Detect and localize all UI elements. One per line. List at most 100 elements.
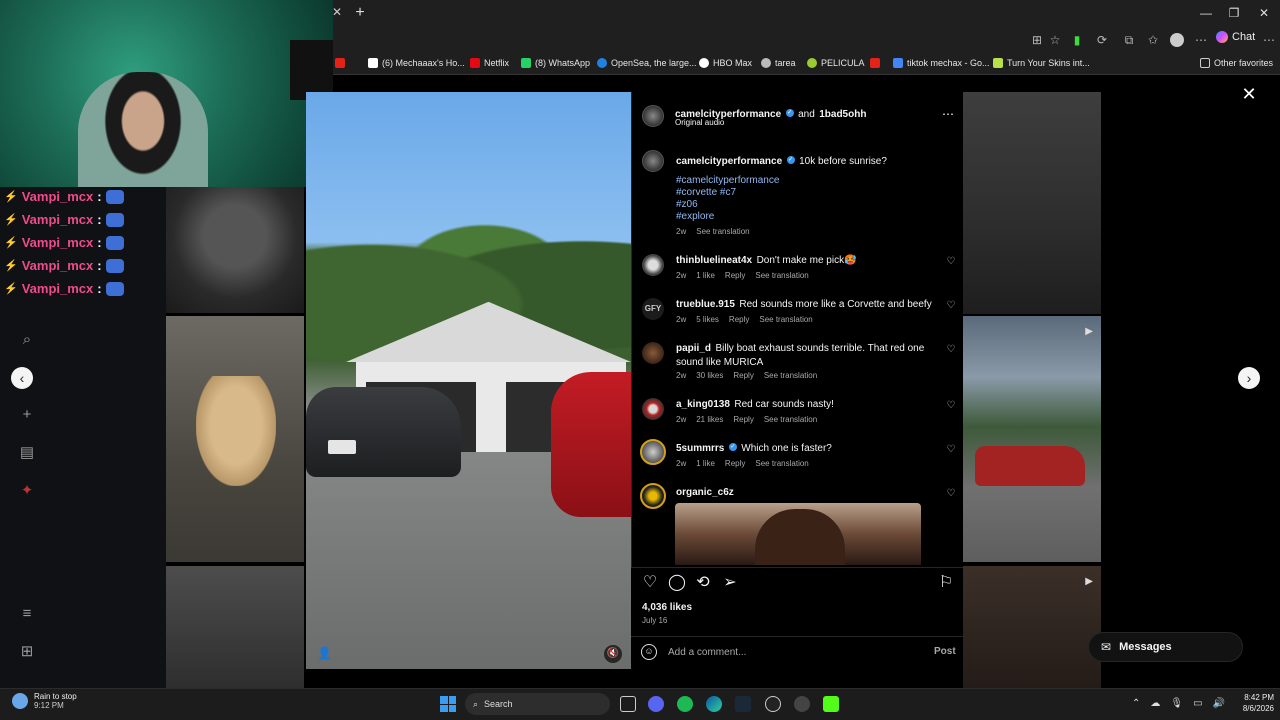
post-video[interactable] bbox=[306, 92, 631, 669]
comment-avatar[interactable] bbox=[642, 254, 664, 276]
minimize-icon[interactable]: — bbox=[1196, 5, 1216, 21]
caption-avatar[interactable] bbox=[642, 150, 664, 172]
messages-button[interactable]: ✉ Messages bbox=[1088, 632, 1243, 662]
comment-username[interactable]: 5summrrs bbox=[676, 443, 724, 454]
comment-avatar[interactable] bbox=[642, 398, 664, 420]
author-avatar[interactable] bbox=[642, 105, 664, 127]
network-icon[interactable]: ☁ bbox=[1150, 698, 1160, 709]
emoji-icon[interactable]: ☺ bbox=[641, 644, 657, 660]
repost-icon[interactable]: ⟲ bbox=[694, 574, 712, 592]
more-icon[interactable]: ⋯ bbox=[1262, 33, 1276, 47]
microphone-icon[interactable]: 🎙 bbox=[1170, 698, 1183, 709]
grid-thumbnail[interactable] bbox=[963, 92, 1101, 314]
user-tag-icon[interactable]: 👤 bbox=[317, 646, 332, 660]
menu-icon[interactable]: ≡ bbox=[18, 605, 36, 623]
comment-avatar[interactable] bbox=[640, 483, 666, 509]
bookmark-whatsapp[interactable]: (8) WhatsApp bbox=[521, 58, 590, 68]
comment-username[interactable]: organic_c6z bbox=[676, 487, 734, 498]
bookmark-pelicula[interactable]: PELICULA bbox=[807, 58, 865, 68]
more-options-icon[interactable]: ⋯ bbox=[1194, 33, 1208, 47]
see-translation-link[interactable]: See translation bbox=[696, 227, 749, 236]
window-close-icon[interactable]: ✕ bbox=[1254, 5, 1274, 21]
see-translation-link[interactable]: See translation bbox=[755, 459, 808, 468]
comment-username[interactable]: papii_d bbox=[676, 343, 711, 354]
volume-icon[interactable]: 🔊 bbox=[1213, 698, 1225, 709]
share-icon[interactable]: ➢ bbox=[721, 574, 739, 592]
grid-thumbnail[interactable] bbox=[166, 316, 304, 562]
other-favorites[interactable]: Other favorites bbox=[1200, 58, 1273, 68]
comment-username[interactable]: trueblue.915 bbox=[676, 299, 735, 310]
obs-icon[interactable] bbox=[765, 696, 781, 712]
display-icon[interactable]: ▭ bbox=[1193, 698, 1202, 709]
bookmark-hbo-max[interactable]: HBO Max bbox=[699, 58, 752, 68]
restore-icon[interactable]: ❐ bbox=[1224, 5, 1244, 21]
extension-icon[interactable]: ▮ bbox=[1070, 33, 1084, 47]
bookmark-netflix[interactable]: Netflix bbox=[470, 58, 509, 68]
bookmark-mechaaax[interactable]: (6) Mechaaax's Ho... bbox=[368, 58, 465, 68]
grid-thumbnail[interactable]: ▶ bbox=[963, 566, 1101, 688]
bookmark-youtube[interactable] bbox=[335, 58, 345, 68]
comment-likes[interactable]: 1 like bbox=[696, 271, 715, 280]
tab-close-icon[interactable]: ✕ bbox=[332, 5, 342, 19]
comment-icon[interactable]: ◯ bbox=[668, 574, 686, 592]
favorite-star-icon[interactable]: ☆ bbox=[1048, 33, 1062, 47]
like-icon[interactable]: ♡ bbox=[641, 574, 659, 592]
profile-avatar[interactable] bbox=[1170, 33, 1184, 47]
copilot-chat-button[interactable]: Chat bbox=[1216, 31, 1255, 43]
previous-post-button[interactable]: ‹ bbox=[11, 367, 33, 389]
favorites-icon[interactable]: ✩ bbox=[1146, 33, 1160, 47]
see-translation-link[interactable]: See translation bbox=[764, 415, 817, 424]
like-comment-icon[interactable]: ♡ bbox=[946, 257, 956, 267]
search-icon[interactable]: ⌕ bbox=[18, 331, 36, 349]
bookmark-youtube-2[interactable] bbox=[870, 58, 880, 68]
apps-icon[interactable]: ⊞ bbox=[1030, 33, 1044, 47]
comment-likes[interactable]: 1 like bbox=[696, 459, 715, 468]
comment-likes[interactable]: 30 likes bbox=[696, 371, 723, 380]
comment-likes[interactable]: 21 likes bbox=[696, 415, 723, 424]
split-screen-icon[interactable]: ⧉ bbox=[1122, 33, 1136, 47]
edge-icon[interactable] bbox=[706, 696, 722, 712]
collaborator-username[interactable]: 1bad5ohh bbox=[819, 109, 866, 120]
hashtag-link[interactable]: #camelcityperformance bbox=[676, 175, 779, 187]
bookmark-opensea[interactable]: OpenSea, the large... bbox=[597, 58, 697, 68]
caption-username[interactable]: camelcityperformance bbox=[676, 156, 782, 167]
reply-link[interactable]: Reply bbox=[733, 371, 753, 380]
post-comment-button[interactable]: Post bbox=[934, 646, 956, 657]
system-clock[interactable]: 8:42 PM 8/6/2026 bbox=[1230, 692, 1274, 714]
comment-likes[interactable]: 5 likes bbox=[696, 315, 719, 324]
next-post-button[interactable]: › bbox=[1238, 367, 1260, 389]
comment-username[interactable]: a_king0138 bbox=[676, 399, 730, 410]
chevron-up-icon[interactable]: ⌃ bbox=[1132, 698, 1140, 709]
hashtag-link[interactable]: #corvette #c7 bbox=[676, 187, 779, 199]
spotify-icon[interactable] bbox=[677, 696, 693, 712]
reply-link[interactable]: Reply bbox=[725, 459, 745, 468]
comment-input[interactable] bbox=[668, 645, 908, 659]
hashtag-link[interactable]: #z06 bbox=[676, 199, 779, 211]
create-icon[interactable]: + bbox=[18, 406, 36, 424]
threads-icon[interactable]: ✦ bbox=[18, 482, 36, 500]
likes-count[interactable]: 4,036 likes bbox=[642, 602, 692, 613]
grid-thumbnail[interactable] bbox=[166, 566, 304, 688]
comment-username[interactable]: thinbluelineat4x bbox=[676, 255, 752, 266]
close-icon[interactable]: ✕ bbox=[1241, 85, 1257, 103]
reply-link[interactable]: Reply bbox=[733, 415, 753, 424]
audio-label[interactable]: Original audio bbox=[675, 118, 724, 127]
grid-thumbnail[interactable]: ▶ bbox=[963, 316, 1101, 562]
like-comment-icon[interactable]: ♡ bbox=[946, 445, 956, 455]
like-comment-icon[interactable]: ♡ bbox=[946, 489, 956, 499]
like-comment-icon[interactable]: ♡ bbox=[946, 401, 956, 411]
like-comment-icon[interactable]: ♡ bbox=[946, 345, 956, 355]
like-comment-icon[interactable]: ♡ bbox=[946, 301, 956, 311]
comment-avatar[interactable] bbox=[642, 342, 664, 364]
comment-avatar[interactable]: GFY bbox=[642, 298, 664, 320]
taskbar-search[interactable]: ⌕ Search bbox=[465, 693, 610, 715]
see-translation-link[interactable]: See translation bbox=[759, 315, 812, 324]
reply-link[interactable]: Reply bbox=[725, 271, 745, 280]
see-translation-link[interactable]: See translation bbox=[755, 271, 808, 280]
start-button[interactable] bbox=[440, 696, 456, 712]
mute-icon[interactable]: 🔇 bbox=[604, 645, 622, 663]
refresh-extension-icon[interactable]: ⟳ bbox=[1095, 33, 1109, 47]
app-icon[interactable] bbox=[794, 696, 810, 712]
kick-icon[interactable] bbox=[823, 696, 839, 712]
dashboard-icon[interactable]: ▤ bbox=[18, 444, 36, 462]
